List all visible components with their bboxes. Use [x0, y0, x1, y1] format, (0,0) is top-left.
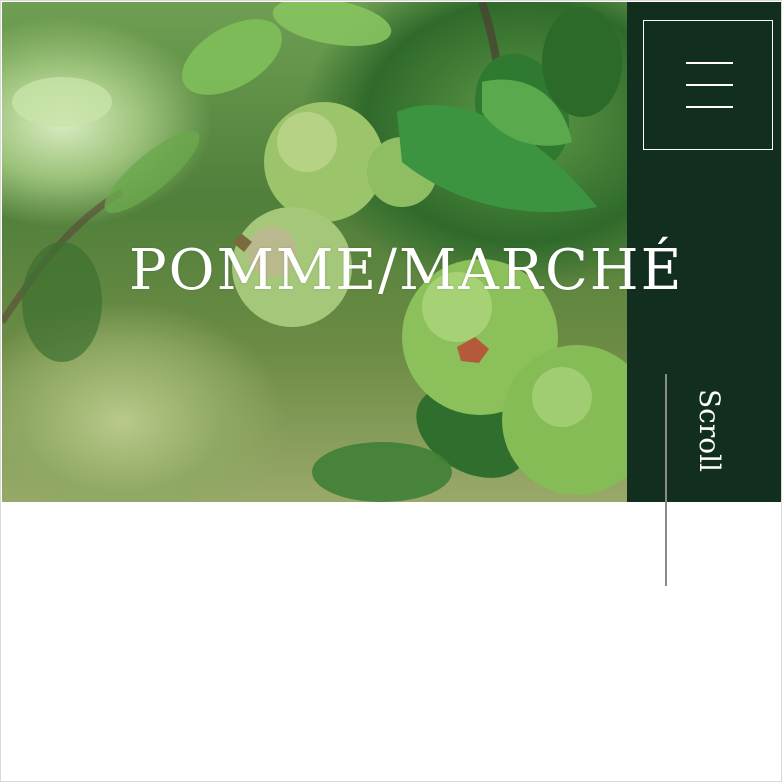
scroll-indicator-label[interactable]: Scroll [693, 389, 726, 472]
scroll-indicator-line [665, 374, 667, 586]
hamburger-menu-icon [686, 62, 733, 108]
site-title: POMME/MARCHÉ [129, 238, 684, 303]
menu-bar-bottom [686, 106, 733, 108]
page: POMME/MARCHÉ Scroll [0, 0, 782, 782]
menu-button[interactable] [643, 20, 773, 150]
menu-bar-middle [686, 84, 733, 86]
menu-bar-top [686, 62, 733, 64]
